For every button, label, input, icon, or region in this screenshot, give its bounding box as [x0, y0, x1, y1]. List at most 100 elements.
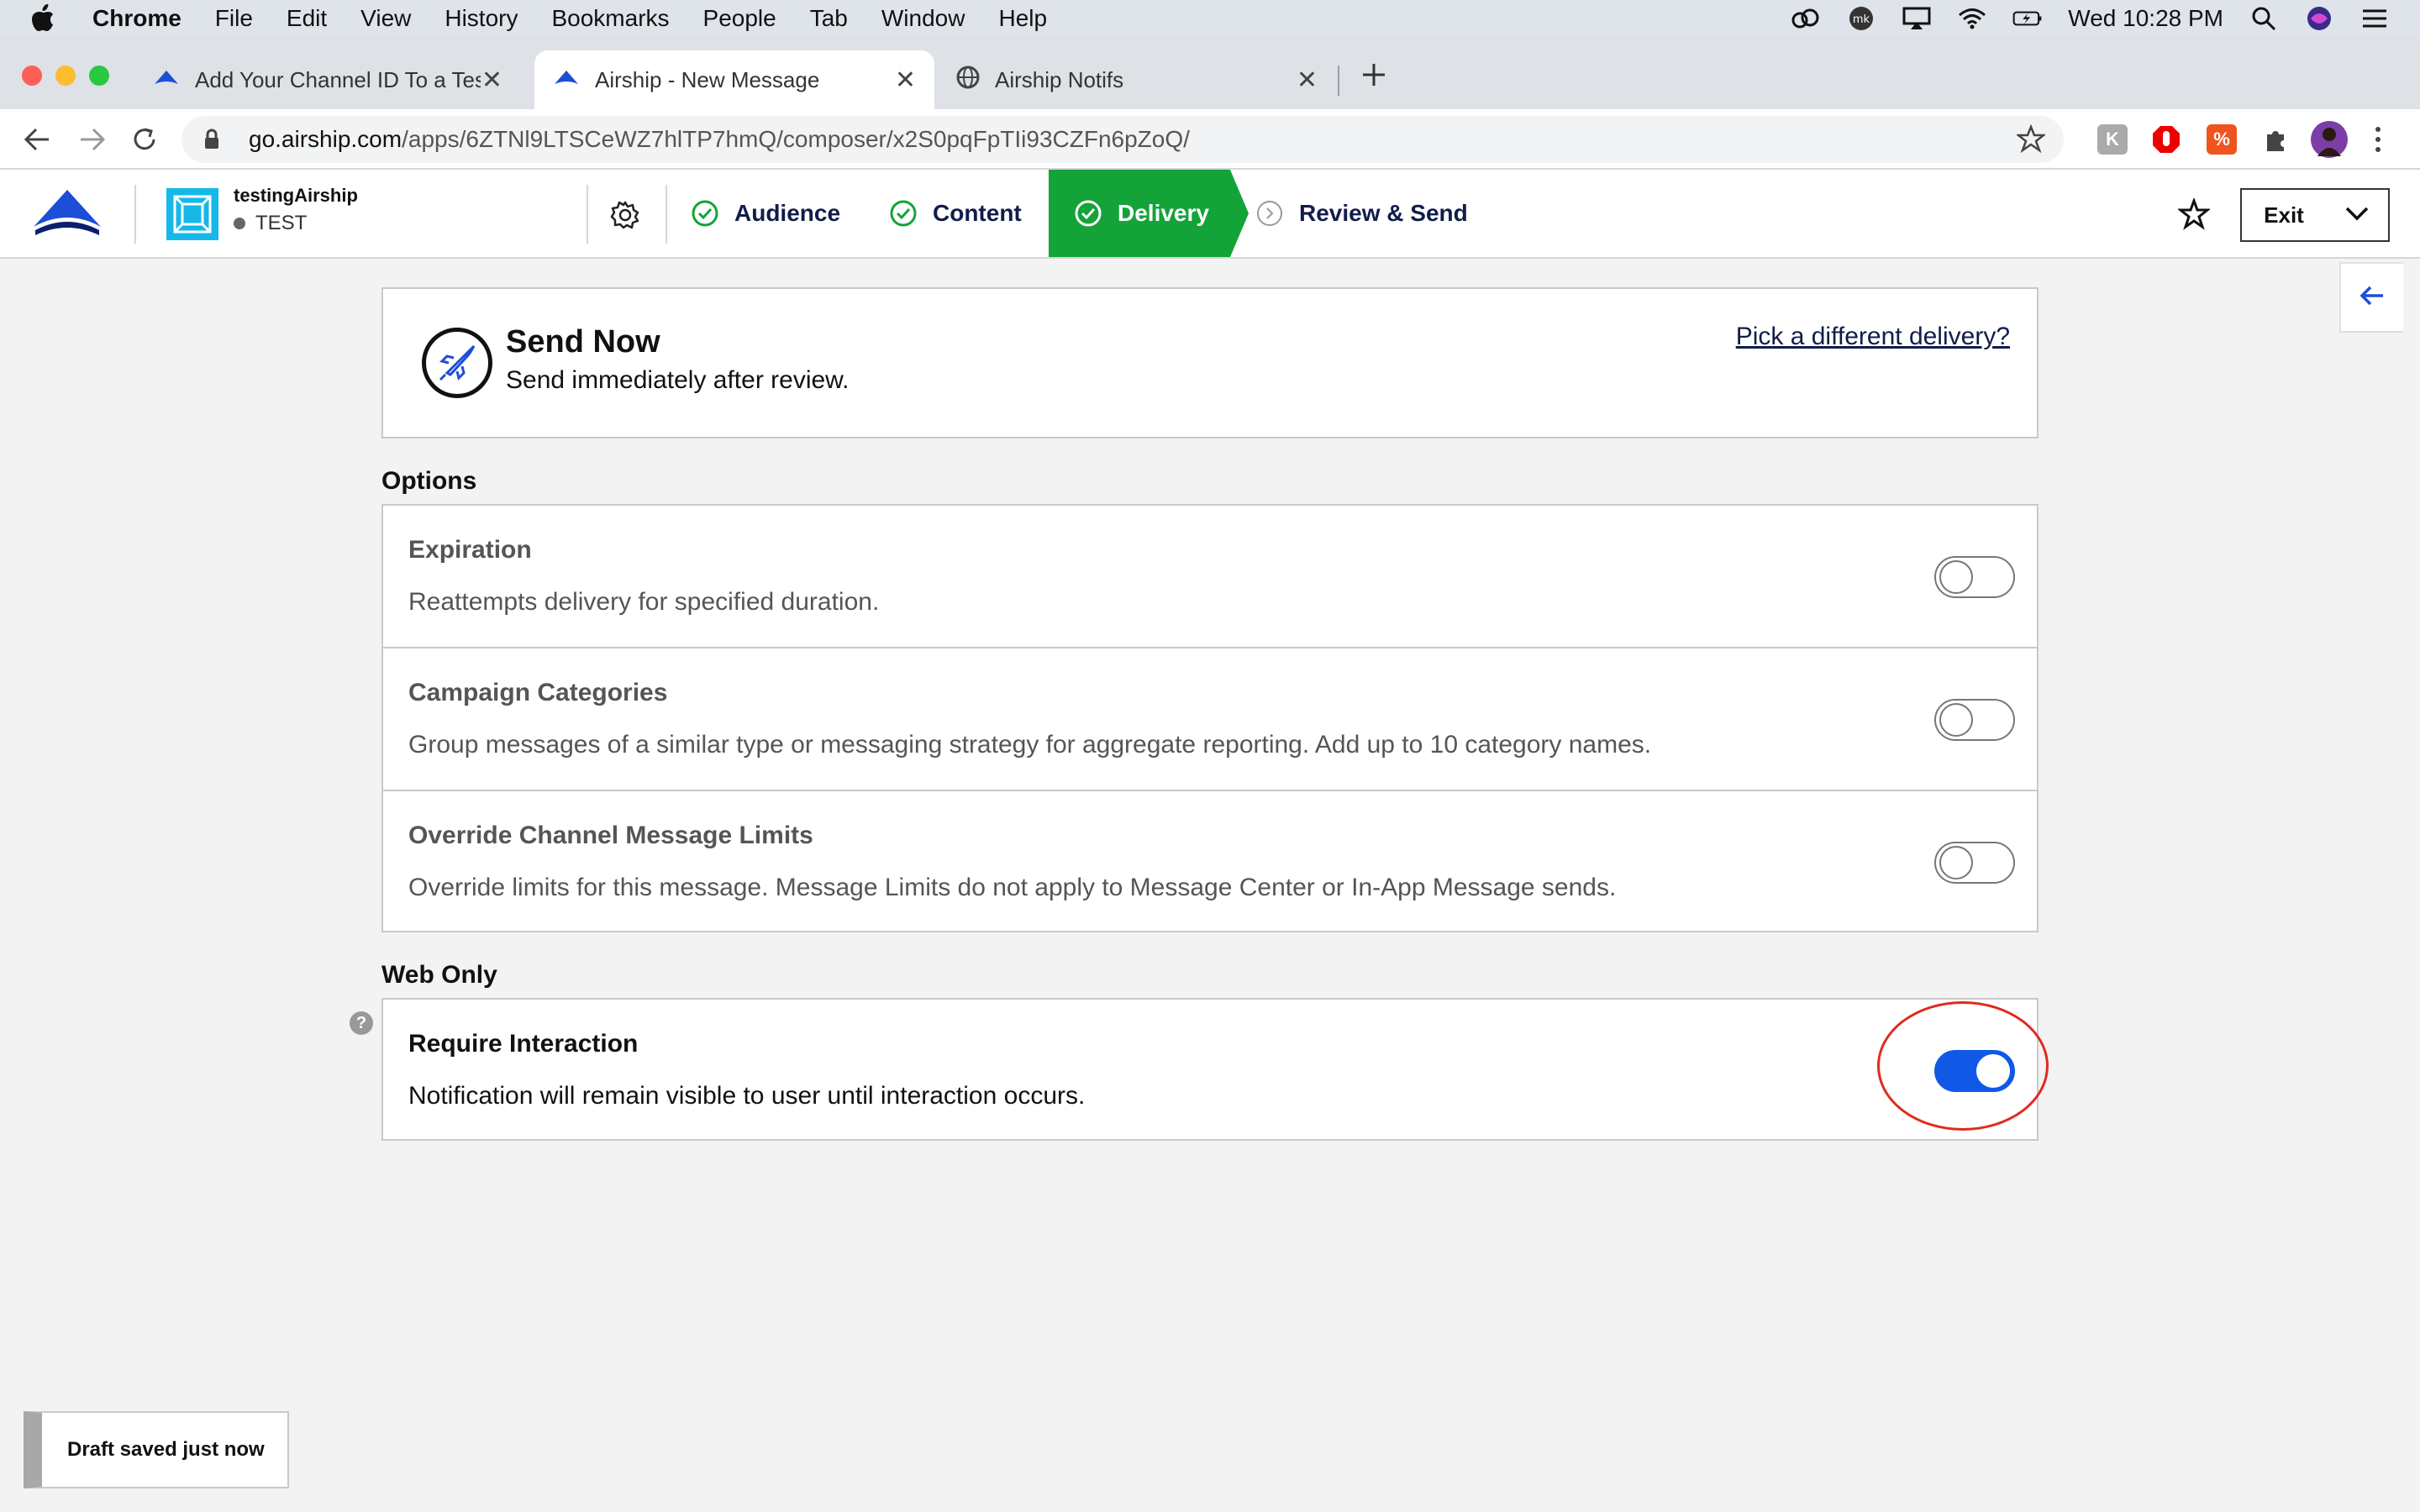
- creative-cloud-icon[interactable]: [1791, 6, 1821, 31]
- new-tab-icon[interactable]: [1360, 60, 1388, 93]
- menu-tab[interactable]: Tab: [810, 5, 848, 32]
- environment-dot-icon: [234, 218, 245, 229]
- browser-tab-strip: Add Your Channel ID To a Test ✕ Airship …: [0, 37, 2420, 109]
- exit-options-dropdown[interactable]: [2326, 188, 2390, 242]
- browser-tab-active[interactable]: Airship - New Message ✕: [534, 50, 934, 109]
- step-audience[interactable]: Audience: [691, 170, 840, 257]
- lock-icon[interactable]: [203, 129, 229, 150]
- profile-avatar[interactable]: [2311, 121, 2348, 158]
- siri-icon[interactable]: [2304, 6, 2334, 31]
- web-only-section-label: Web Only: [381, 961, 497, 989]
- pick-different-delivery-link[interactable]: Pick a different delivery?: [1736, 323, 2010, 351]
- delivery-type-card: Send Now Send immediately after review. …: [381, 287, 2039, 438]
- toggle-knob: [1939, 560, 1973, 594]
- project-environment: TEST: [234, 212, 307, 235]
- back-arrow-icon[interactable]: [20, 123, 54, 156]
- browser-tab[interactable]: Add Your Channel ID To a Test ✕: [134, 50, 521, 109]
- menu-people[interactable]: People: [703, 5, 776, 32]
- exit-button[interactable]: Exit: [2240, 188, 2328, 242]
- toggle-knob: [1939, 703, 1973, 737]
- menu-bookmarks[interactable]: Bookmarks: [551, 5, 669, 32]
- step-label: Review & Send: [1299, 200, 1468, 226]
- menu-history[interactable]: History: [445, 5, 518, 32]
- menu-help[interactable]: Help: [998, 5, 1047, 32]
- tab-title: Airship - New Message: [595, 66, 820, 92]
- option-description: Notification will remain visible to user…: [408, 1082, 1086, 1110]
- favorite-star-icon[interactable]: [2176, 197, 2212, 234]
- close-tab-icon[interactable]: ✕: [1297, 66, 1318, 95]
- delivery-description: Send immediately after review.: [506, 366, 850, 394]
- override-limits-toggle[interactable]: [1934, 842, 2015, 884]
- browser-menu-icon[interactable]: [2371, 124, 2385, 159]
- spotlight-search-icon[interactable]: [2249, 6, 2279, 31]
- menu-file[interactable]: File: [215, 5, 253, 32]
- step-label: Delivery: [1118, 200, 1209, 226]
- minimize-window-button[interactable]: [55, 66, 76, 86]
- menu-view[interactable]: View: [360, 5, 411, 32]
- option-description: Group messages of a similar type or mess…: [408, 731, 1652, 759]
- puzzle-extensions-icon[interactable]: [2260, 124, 2291, 155]
- option-override-channel-message-limits: Override Channel Message Limits Override…: [383, 791, 2037, 934]
- option-expiration: Expiration Reattempts delivery for speci…: [383, 506, 2037, 648]
- active-step-arrow: [1230, 170, 1249, 257]
- reload-icon[interactable]: [128, 123, 161, 156]
- check-circle-icon: [691, 199, 719, 228]
- address-bar[interactable]: go.airship.com/apps/6ZTNl9LTSCeWZ7hlTP7h…: [182, 116, 2064, 163]
- option-title: Override Channel Message Limits: [408, 822, 813, 849]
- bookmark-star-icon[interactable]: [2015, 123, 2047, 159]
- airplay-icon[interactable]: [1902, 6, 1932, 31]
- expand-sidebar-button[interactable]: [2339, 262, 2403, 333]
- composer-header: testingAirship TEST Audience Content Del…: [0, 170, 2420, 259]
- control-center-icon[interactable]: [2360, 6, 2390, 31]
- svg-text:mk: mk: [1853, 13, 1870, 26]
- draft-status-toast: Draft saved just now: [24, 1411, 289, 1488]
- url-path: /apps/6ZTNl9LTSCeWZ7hlTP7hmQ/composer/x2…: [402, 126, 1190, 152]
- options-section-label: Options: [381, 467, 477, 495]
- arrow-left-icon: [2360, 285, 2385, 311]
- check-circle-icon: [889, 199, 918, 228]
- url-host: go.airship.com: [249, 126, 402, 152]
- annotation-highlight-circle: [1877, 1001, 2049, 1131]
- project-name[interactable]: testingAirship: [234, 185, 358, 207]
- header-divider: [134, 185, 136, 244]
- option-description: Reattempts delivery for specified durati…: [408, 588, 880, 616]
- close-window-button[interactable]: [22, 66, 42, 86]
- close-tab-icon[interactable]: ✕: [895, 66, 916, 95]
- option-title: Campaign Categories: [408, 679, 668, 706]
- macos-menu-bar: Chrome File Edit View History Bookmarks …: [0, 0, 2420, 37]
- step-delivery[interactable]: Delivery: [1049, 170, 1230, 257]
- forward-arrow-icon[interactable]: [76, 123, 109, 156]
- campaign-categories-toggle[interactable]: [1934, 699, 2015, 741]
- options-card: Expiration Reattempts delivery for speci…: [381, 504, 2039, 932]
- airship-logo-icon[interactable]: [32, 188, 103, 243]
- step-label: Audience: [734, 200, 841, 226]
- gear-icon[interactable]: [610, 200, 640, 234]
- percent-extension-icon[interactable]: %: [2207, 124, 2237, 155]
- expiration-toggle[interactable]: [1934, 556, 2015, 598]
- menu-clock[interactable]: Wed 10:28 PM: [2068, 5, 2223, 32]
- step-review-send[interactable]: Review & Send: [1255, 170, 1468, 257]
- toggle-knob: [1939, 846, 1973, 879]
- project-icon[interactable]: [166, 188, 218, 240]
- menu-window[interactable]: Window: [881, 5, 965, 32]
- airship-logo-icon: [153, 67, 180, 93]
- extension-k-icon[interactable]: K: [2097, 124, 2128, 155]
- adblock-extension-icon[interactable]: [2151, 124, 2181, 155]
- help-question-icon[interactable]: ?: [350, 1011, 373, 1035]
- web-only-card: Require Interaction Notification will re…: [381, 998, 2039, 1141]
- step-content[interactable]: Content: [889, 170, 1022, 257]
- battery-icon[interactable]: [2012, 6, 2043, 31]
- wifi-icon[interactable]: [1957, 6, 1987, 31]
- close-tab-icon[interactable]: ✕: [481, 66, 502, 95]
- tab-title: Airship Notifs: [995, 66, 1124, 92]
- globe-icon: [956, 66, 980, 95]
- menu-edit[interactable]: Edit: [287, 5, 327, 32]
- header-divider: [587, 185, 588, 244]
- user-initials-icon[interactable]: mk: [1846, 6, 1876, 31]
- browser-tab[interactable]: Airship Notifs ✕: [938, 50, 1336, 109]
- maximize-window-button[interactable]: [89, 66, 109, 86]
- option-title: Expiration: [408, 536, 532, 564]
- apple-icon[interactable]: [30, 4, 64, 33]
- menu-app-name[interactable]: Chrome: [92, 5, 182, 32]
- chevron-down-icon: [2344, 205, 2370, 226]
